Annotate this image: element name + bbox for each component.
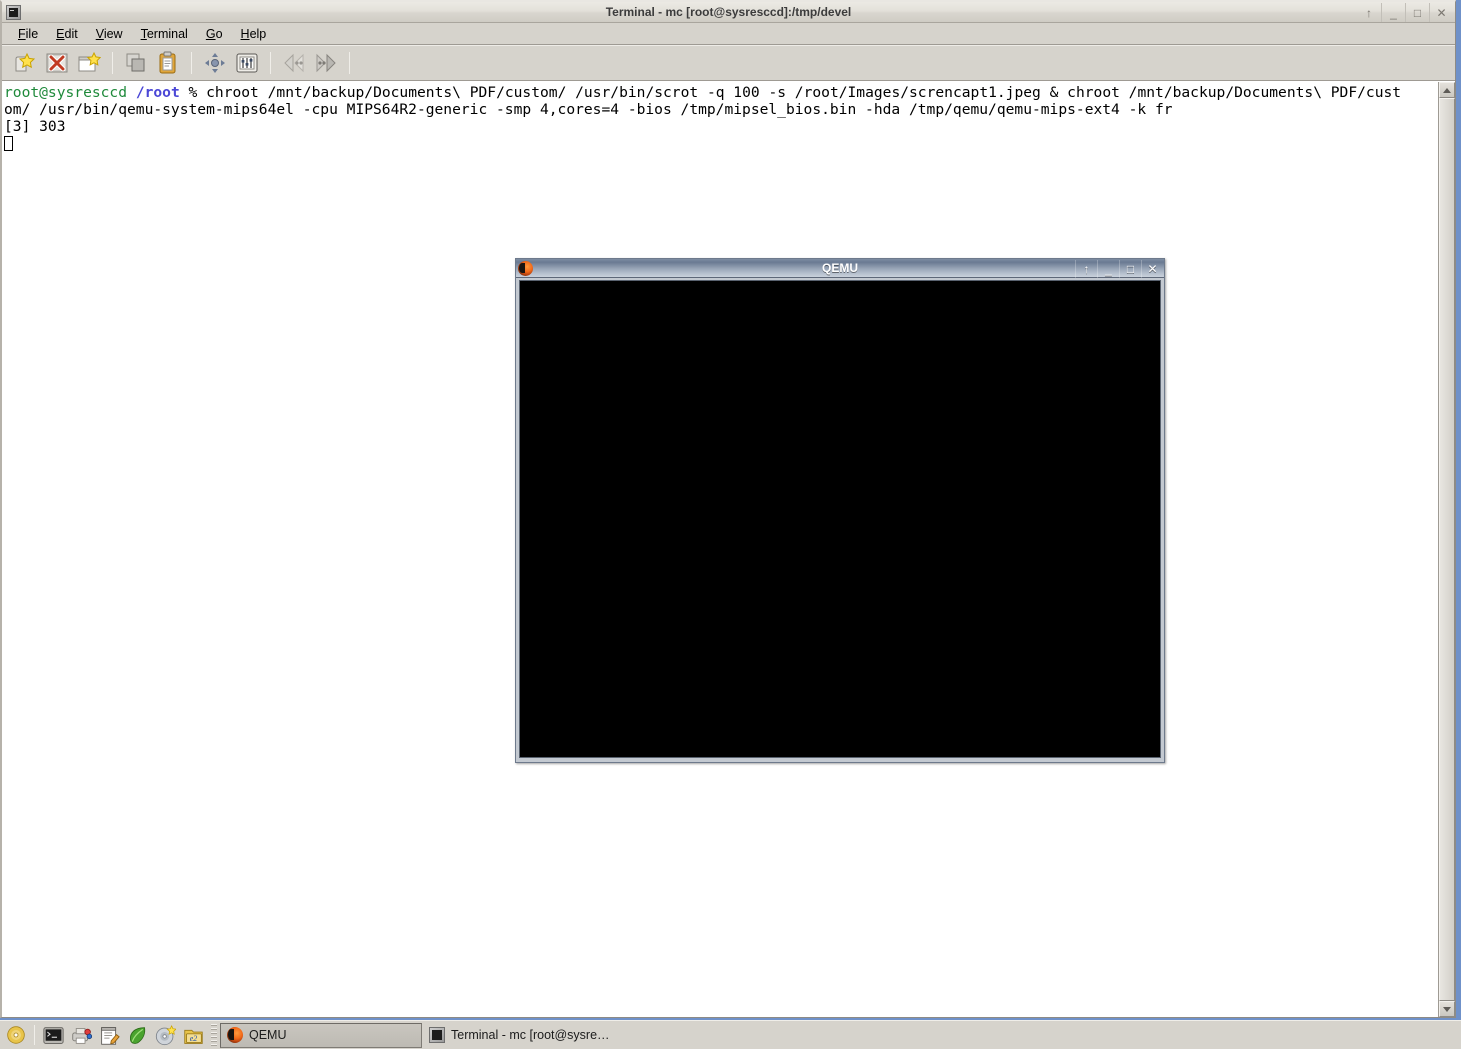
command-line-part2: om/ /usr/bin/qemu-system-mips64el -cpu M… xyxy=(4,101,1173,118)
terminal-titlebar[interactable]: Terminal - mc [root@sysresccd]:/tmp/deve… xyxy=(2,2,1455,23)
minimize-button[interactable]: _ xyxy=(1381,3,1405,22)
preferences-button[interactable] xyxy=(232,48,262,78)
toolbar-separator-3 xyxy=(270,52,271,74)
qemu-window: QEMU ↑ _ □ ✕ xyxy=(515,258,1165,763)
taskbar-grip[interactable] xyxy=(211,1024,217,1046)
taskbar-label-terminal: Terminal - mc [root@sysre… xyxy=(451,1028,610,1042)
close-button[interactable]: ✕ xyxy=(1429,3,1453,22)
qemu-display-frame xyxy=(519,280,1161,758)
back-arrow-icon xyxy=(284,53,304,73)
move-tab-button[interactable] xyxy=(200,48,230,78)
menu-view[interactable]: View xyxy=(87,25,132,43)
command-line-part1: chroot /mnt/backup/Documents\ PDF/custom… xyxy=(197,84,1402,101)
launch-browser-button[interactable] xyxy=(124,1022,150,1048)
scroll-down-arrow[interactable] xyxy=(1439,1001,1455,1017)
toolbar-separator-2 xyxy=(191,52,192,74)
maximize-button[interactable]: □ xyxy=(1119,259,1141,278)
yellow-disc-icon xyxy=(7,1026,25,1044)
scroll-up-arrow[interactable] xyxy=(1439,82,1455,98)
next-tab-button[interactable] xyxy=(311,48,341,78)
launch-terminal-button[interactable] xyxy=(40,1022,66,1048)
minimize-button[interactable]: _ xyxy=(1097,259,1119,278)
qemu-window-title: QEMU xyxy=(822,261,858,275)
window-list: QEMU Terminal - mc [root@sysre… xyxy=(220,1021,1461,1049)
new-tab-button[interactable] xyxy=(10,48,40,78)
job-output-line: [3] 303 xyxy=(4,118,66,135)
quick-launch-area: e2 xyxy=(0,1021,220,1049)
copy-icon xyxy=(126,53,145,72)
menu-terminal[interactable]: Terminal xyxy=(132,25,197,43)
taskbar: e2 QEMU Terminal - mc [root@sysre… xyxy=(0,1020,1461,1049)
terminal-icon xyxy=(429,1027,445,1043)
qemu-titlebar[interactable]: QEMU ↑ _ □ ✕ xyxy=(516,259,1164,278)
prompt-path: /root xyxy=(135,84,180,101)
toolbar-separator-4 xyxy=(349,52,350,74)
launch-filemanager-button[interactable]: e2 xyxy=(180,1022,206,1048)
printer-disk-icon xyxy=(71,1027,92,1044)
toolbar-separator-1 xyxy=(112,52,113,74)
close-button[interactable]: ✕ xyxy=(1141,259,1163,278)
cd-burn-icon xyxy=(155,1024,176,1045)
prompt-user: root@sysresccd xyxy=(4,84,128,101)
maximize-button[interactable]: □ xyxy=(1405,3,1429,22)
terminal-icon xyxy=(42,1026,64,1044)
menu-file[interactable]: File xyxy=(9,25,47,43)
clipboard-paste-icon xyxy=(159,51,176,74)
taskbar-label-qemu: QEMU xyxy=(249,1028,287,1042)
launcher-separator xyxy=(34,1025,35,1045)
close-tab-button[interactable] xyxy=(42,48,72,78)
e2-folder-icon: e2 xyxy=(183,1029,203,1044)
notepad-pencil-icon xyxy=(100,1026,120,1045)
qemu-icon xyxy=(518,260,533,276)
new-window-button[interactable] xyxy=(74,48,104,78)
close-tab-x-icon xyxy=(46,53,68,73)
new-tab-star-icon xyxy=(15,52,36,72)
terminal-icon xyxy=(6,4,21,20)
launch-editor-button[interactable] xyxy=(96,1022,122,1048)
menu-go[interactable]: Go xyxy=(197,25,232,43)
svg-text:e2: e2 xyxy=(189,1034,196,1043)
copy-button[interactable] xyxy=(121,48,151,78)
scroll-track[interactable] xyxy=(1439,98,1455,1001)
menu-edit[interactable]: Edit xyxy=(47,25,87,43)
shade-button[interactable]: ↑ xyxy=(1075,259,1097,278)
previous-tab-button[interactable] xyxy=(279,48,309,78)
menubar: File Edit View Terminal Go Help xyxy=(2,23,1455,45)
terminal-vertical-scrollbar[interactable] xyxy=(1438,82,1455,1017)
qemu-icon xyxy=(227,1027,243,1043)
launch-burner-button[interactable] xyxy=(152,1022,178,1048)
new-window-star-icon xyxy=(78,51,101,72)
paste-button[interactable] xyxy=(153,48,183,78)
menu-help[interactable]: Help xyxy=(232,25,276,43)
qemu-window-controls: ↑ _ □ ✕ xyxy=(1075,259,1163,278)
taskbar-button-terminal[interactable]: Terminal - mc [root@sysre… xyxy=(422,1022,624,1048)
scroll-thumb[interactable] xyxy=(1439,98,1455,1001)
move-arrows-icon xyxy=(205,53,225,73)
shade-button[interactable]: ↑ xyxy=(1357,3,1381,22)
terminal-window-title: Terminal - mc [root@sysresccd]:/tmp/deve… xyxy=(605,5,852,19)
forward-arrow-icon xyxy=(316,53,336,73)
toolbar xyxy=(2,45,1455,81)
settings-sliders-icon xyxy=(236,53,258,73)
block-cursor xyxy=(4,136,13,151)
launch-sysconfig-button[interactable] xyxy=(68,1022,94,1048)
green-leaf-icon xyxy=(129,1026,145,1044)
sysresccd-menu-button[interactable] xyxy=(3,1022,29,1048)
qemu-guest-screen[interactable] xyxy=(520,281,1160,757)
terminal-window-controls: ↑ _ □ ✕ xyxy=(1357,2,1453,23)
taskbar-button-qemu[interactable]: QEMU xyxy=(220,1022,422,1048)
desktop: Terminal - mc [root@sysresccd]:/tmp/deve… xyxy=(0,0,1461,1049)
